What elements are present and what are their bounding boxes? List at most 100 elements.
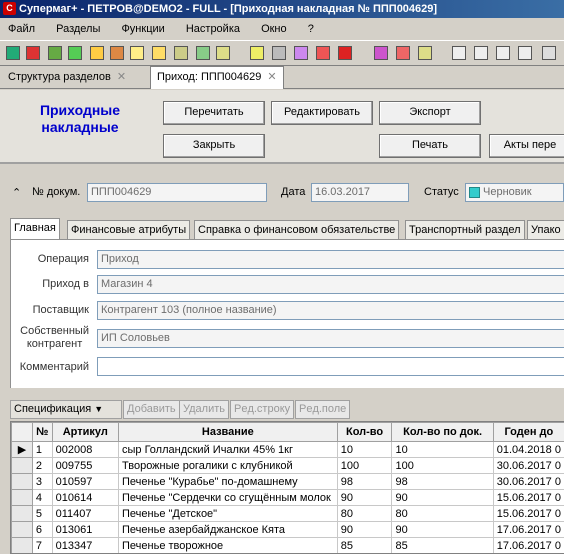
export-button[interactable]: Экспорт [379,101,481,125]
cell-number[interactable]: 7 [32,538,52,554]
cell-article[interactable]: 010597 [52,474,118,490]
cell-quantity[interactable]: 90 [337,490,392,506]
incoming-field[interactable]: Магазин 4 [97,275,564,294]
status-field[interactable]: Черновик [465,183,564,202]
cell-quantity[interactable]: 98 [337,474,392,490]
close-icon[interactable]: ✕ [267,71,276,83]
toolbar-icon-12[interactable] [248,44,266,62]
toolbar-icon-6[interactable] [108,44,126,62]
col-quantity-header[interactable]: Кол-во [337,423,392,442]
cell-article[interactable]: 013347 [52,538,118,554]
comment-field[interactable] [97,357,564,376]
menu-settings[interactable]: Настройка [186,23,240,35]
cell-quantity[interactable]: 85 [337,538,392,554]
toolbar-icon-16[interactable] [372,44,390,62]
cell-number[interactable]: 1 [32,442,52,458]
cell-name[interactable]: Печенье "Сердечки со сгущённым молок [119,490,338,506]
toolbar-icon-8[interactable] [150,44,168,62]
add-row-button[interactable]: Добавить [123,400,180,419]
cell-expiry[interactable]: 17.06.2017 0 [493,522,564,538]
cell-name[interactable]: Творожные рогалики с клубникой [119,458,338,474]
cell-number[interactable]: 4 [32,490,52,506]
transport-acts-button[interactable]: Акты пере [489,134,564,158]
menu-window[interactable]: Окно [261,23,287,35]
tab-financial-attributes[interactable]: Финансовые атрибуты [67,220,190,239]
table-row[interactable]: 6 013061 Печенье азербайджанское Кята 90… [12,522,564,538]
menu-file[interactable]: Файл [8,23,35,35]
table-row[interactable]: ▶ 1 002008 сыр Голландский Ичалки 45% 1к… [12,442,564,458]
cell-article[interactable]: 002008 [52,442,118,458]
window-tile-icon[interactable] [472,44,490,62]
cell-quantity[interactable]: 80 [337,506,392,522]
cell-doc-quantity[interactable]: 98 [392,474,493,490]
cell-quantity[interactable]: 100 [337,458,392,474]
col-number-header[interactable]: № [32,423,52,442]
menu-help[interactable]: ? [308,23,314,35]
toolbar-icon-3[interactable] [46,44,64,62]
toolbar-icon-19[interactable] [540,44,558,62]
close-button[interactable]: Закрыть [163,134,265,158]
menu-functions[interactable]: Функции [121,23,164,35]
window-cascade-icon[interactable] [450,44,468,62]
supplier-field[interactable]: Контрагент 103 (полное название) [97,301,564,320]
cell-quantity[interactable]: 10 [337,442,392,458]
tab-incoming[interactable]: Приход: ППП004629✕ [150,66,284,89]
cell-number[interactable]: 3 [32,474,52,490]
own-contractor-field[interactable]: ИП Соловьев [97,329,564,348]
col-name-header[interactable]: Название [119,423,338,442]
table-row[interactable]: 3 010597 Печенье "Курабье" по-домашнему … [12,474,564,490]
cell-expiry[interactable]: 01.04.2018 0 [493,442,564,458]
cell-number[interactable]: 6 [32,522,52,538]
cell-name[interactable]: Печенье "Детское" [119,506,338,522]
reread-button[interactable]: Перечитать [163,101,265,125]
cell-expiry[interactable]: 17.06.2017 0 [493,538,564,554]
cell-number[interactable]: 2 [32,458,52,474]
toolbar-icon-18[interactable] [416,44,434,62]
close-icon[interactable]: ✕ [117,71,126,83]
cell-name[interactable]: Печенье "Курабье" по-домашнему [119,474,338,490]
tab-packaging[interactable]: Упако [527,220,564,239]
toolbar-icon-17[interactable] [394,44,412,62]
toolbar-icon-5[interactable] [88,44,106,62]
collapse-chevron-icon[interactable]: ⌃ [12,186,21,199]
doc-date-field[interactable]: 16.03.2017 [311,183,409,202]
edit-field-button[interactable]: Рeд.поле [295,400,350,419]
cell-article[interactable]: 010614 [52,490,118,506]
table-row[interactable]: 4 010614 Печенье "Сердечки со сгущённым … [12,490,564,506]
cell-doc-quantity[interactable]: 100 [392,458,493,474]
toolbar-icon-13[interactable] [270,44,288,62]
cell-expiry[interactable]: 30.06.2017 0 [493,474,564,490]
dollar-icon[interactable] [336,44,354,62]
delete-row-button[interactable]: Удалить [179,400,229,419]
col-article-header[interactable]: Артикул [52,423,118,442]
cell-article[interactable]: 011407 [52,506,118,522]
toolbar-icon-9[interactable] [172,44,190,62]
cell-expiry[interactable]: 15.06.2017 0 [493,490,564,506]
cell-name[interactable]: Печенье творожное [119,538,338,554]
window-vertical-icon[interactable] [494,44,512,62]
cell-doc-quantity[interactable]: 10 [392,442,493,458]
tab-financial-obligation[interactable]: Справка о финансовом обязательстве [194,220,399,239]
cell-article[interactable]: 013061 [52,522,118,538]
toolbar-icon-4[interactable] [66,44,84,62]
cell-doc-quantity[interactable]: 85 [392,538,493,554]
cell-expiry[interactable]: 15.06.2017 0 [493,506,564,522]
doc-number-field[interactable]: ППП004629 [87,183,267,202]
specification-menu-button[interactable]: Спецификация ▼ [10,400,122,419]
table-row[interactable]: 2 009755 Творожные рогалики с клубникой … [12,458,564,474]
col-doc-quantity-header[interactable]: Кол-во по док. [392,423,493,442]
tab-structure[interactable]: Структура разделов✕ [2,68,132,87]
operation-field[interactable]: Приход [97,250,564,269]
cell-article[interactable]: 009755 [52,458,118,474]
toolbar-icon-15[interactable] [314,44,332,62]
print-button[interactable]: Печать [379,134,481,158]
cell-quantity[interactable]: 90 [337,522,392,538]
menu-sections[interactable]: Разделы [56,23,100,35]
window-grid-icon[interactable] [516,44,534,62]
tab-main[interactable]: Главная [10,218,60,240]
toolbar-icon-2[interactable] [24,44,42,62]
cell-doc-quantity[interactable]: 90 [392,490,493,506]
toolbar-icon-14[interactable] [292,44,310,62]
cell-doc-quantity[interactable]: 80 [392,506,493,522]
cell-expiry[interactable]: 30.06.2017 0 [493,458,564,474]
